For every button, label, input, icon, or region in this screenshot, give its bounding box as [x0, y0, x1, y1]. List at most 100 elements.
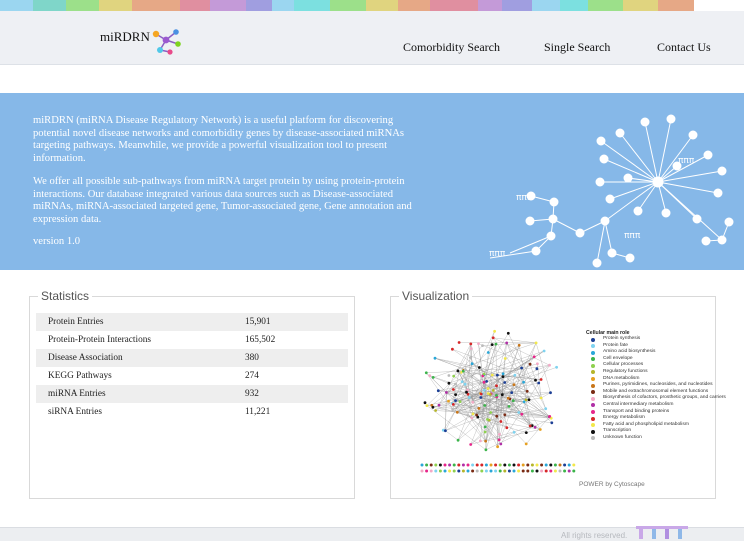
legend-item: Protein synthesis	[586, 336, 726, 343]
stats-row: miRNA Entries 932	[36, 385, 348, 403]
network-node	[601, 217, 609, 225]
network-node	[608, 249, 616, 257]
network-logo-icon[interactable]	[150, 28, 182, 56]
legend-label: Cell envelope	[603, 356, 633, 361]
network-node	[725, 218, 733, 226]
network-node	[606, 195, 614, 203]
legend-item: Regulatory functions	[586, 369, 726, 376]
top-color-stripe	[0, 0, 744, 11]
network-illustration: πππ πππ πππ πππ	[0, 93, 744, 270]
stats-value: 165,502	[245, 335, 275, 345]
network-node	[616, 129, 624, 137]
legend-swatch	[591, 351, 595, 355]
stats-value: 274	[245, 371, 259, 381]
legend-swatch	[591, 403, 595, 407]
stats-value: 932	[245, 389, 259, 399]
branch-glyph: πππ	[516, 193, 533, 203]
stats-label: siRNA Entries	[48, 407, 102, 417]
network-node	[704, 151, 712, 159]
legend-swatch	[591, 364, 595, 368]
stats-label: KEGG Pathways	[48, 371, 112, 381]
network-node	[641, 118, 649, 126]
branch-glyph: πππ	[624, 231, 641, 241]
legend-swatch	[591, 430, 595, 434]
network-node	[526, 217, 534, 225]
legend-label: Mobile and extrachromosomal element func…	[603, 389, 708, 394]
nav-single-search[interactable]: Single Search	[544, 40, 610, 55]
statistics-title: Statistics	[38, 289, 92, 303]
stats-label: Disease Association	[48, 353, 123, 363]
legend-swatch	[591, 370, 595, 374]
legend-item: Cellular processes	[586, 362, 726, 369]
site-logo-text[interactable]: miRDRN	[100, 29, 150, 45]
legend-item: Amino acid biosynthesis	[586, 349, 726, 356]
stats-row: Protein-Protein Interactions 165,502	[36, 331, 348, 349]
stats-row: Protein Entries 15,901	[36, 313, 348, 331]
network-node	[653, 177, 663, 187]
stats-label: miRNA Entries	[48, 389, 106, 399]
legend-label: Purines, pyrimidines, nucleosides, and n…	[603, 382, 713, 387]
network-node	[597, 137, 605, 145]
legend-swatch	[591, 357, 595, 361]
legend-swatch	[591, 390, 595, 394]
network-node	[662, 209, 670, 217]
visualization-title: Visualization	[399, 289, 472, 303]
network-node	[714, 189, 722, 197]
branch-glyph: πππ	[678, 156, 695, 166]
legend-label: Fatty acid and phospholipid metabolism	[603, 422, 689, 427]
stats-label: Protein Entries	[48, 317, 104, 327]
copyright-text: All rights reserved.	[561, 531, 627, 540]
network-node	[576, 229, 584, 237]
legend-swatch	[591, 397, 595, 401]
legend-item: Energy metabolism	[586, 415, 726, 422]
legend-item: Transcription	[586, 428, 726, 435]
legend-item: Purines, pyrimidines, nucleosides, and n…	[586, 382, 726, 389]
stats-value: 380	[245, 353, 259, 363]
nav-contact-us[interactable]: Contact Us	[657, 40, 711, 55]
network-node	[600, 155, 608, 163]
legend-swatch	[591, 338, 595, 342]
stats-value: 15,901	[245, 317, 271, 327]
legend-swatch	[591, 417, 595, 421]
legend-swatch	[591, 436, 595, 440]
stats-row: Disease Association 380	[36, 349, 348, 367]
legend-label: Regulatory functions	[603, 369, 648, 374]
legend-swatch	[591, 377, 595, 381]
legend-label: Unknown function	[603, 435, 642, 440]
legend-label: Energy metabolism	[603, 415, 645, 420]
network-node	[702, 237, 710, 245]
legend-swatch	[591, 384, 595, 388]
network-node	[718, 167, 726, 175]
legend-swatch	[591, 423, 595, 427]
stats-label: Protein-Protein Interactions	[48, 335, 151, 345]
legend-item: Biosynthesis of cofactors, prosthetic gr…	[586, 395, 726, 402]
footer-logo-icon	[636, 526, 688, 539]
legend-swatch	[591, 410, 595, 414]
legend-item: Central intermediary metabolism	[586, 402, 726, 409]
legend-item: Unknown function	[586, 435, 726, 442]
network-node	[624, 174, 632, 182]
network-node	[693, 215, 701, 223]
stats-row: KEGG Pathways 274	[36, 367, 348, 385]
visualization-caption: POWER by Cytoscape	[579, 481, 645, 488]
network-node	[550, 198, 558, 206]
branch-glyph: πππ	[489, 249, 506, 259]
network-node	[596, 178, 604, 186]
legend-swatch	[591, 344, 595, 348]
network-node	[718, 236, 726, 244]
network-node	[547, 232, 555, 240]
legend-label: Protein fate	[603, 343, 628, 348]
legend-label: Cellular processes	[603, 362, 643, 367]
network-node	[689, 131, 697, 139]
network-node	[593, 259, 601, 267]
legend-label: Transcription	[603, 428, 631, 433]
legend-label: Transport and binding proteins	[603, 409, 669, 414]
legend-label: Central intermediary metabolism	[603, 402, 673, 407]
network-node	[626, 254, 634, 262]
network-node	[549, 215, 557, 223]
nav-comorbidity-search[interactable]: Comorbidity Search	[403, 40, 500, 55]
stats-row: siRNA Entries 11,221	[36, 403, 348, 421]
intro-banner: miRDRN (miRNA Disease Regulatory Network…	[0, 93, 744, 270]
stats-value: 11,221	[245, 407, 270, 417]
page-footer: All rights reserved.	[0, 527, 744, 541]
